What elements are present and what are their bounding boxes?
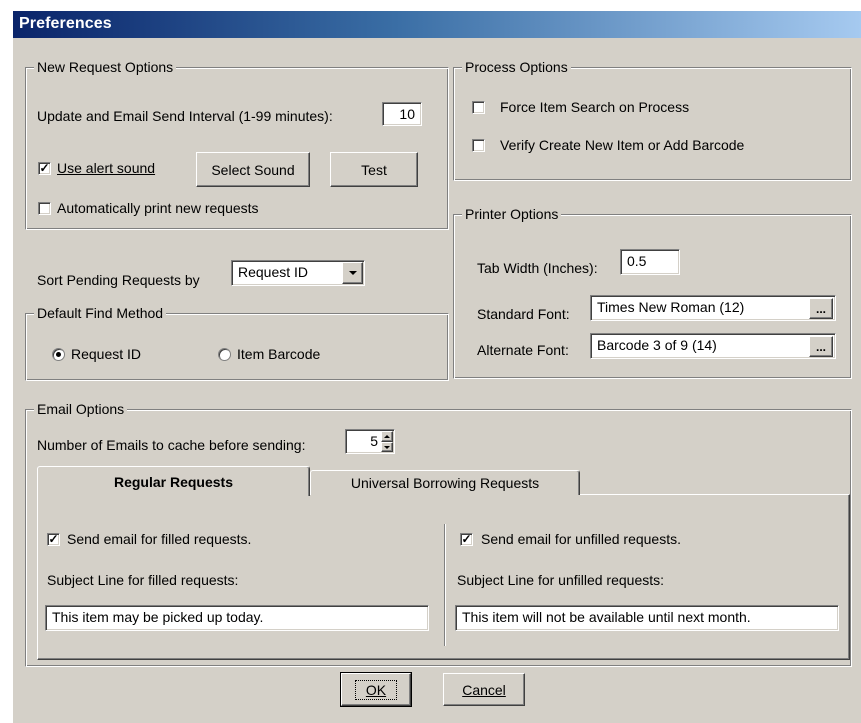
tab-universal-borrowing-label: Universal Borrowing Requests bbox=[350, 475, 540, 491]
test-label: Test bbox=[361, 161, 387, 178]
alternate-font-browse-button[interactable]: ... bbox=[809, 336, 833, 357]
spin-down-icon bbox=[384, 445, 390, 449]
alternate-font-label: Alternate Font: bbox=[477, 342, 569, 358]
email-columns-divider bbox=[444, 524, 446, 646]
process-options-legend: Process Options bbox=[462, 59, 571, 75]
filled-email-checkbox[interactable]: ✓ bbox=[47, 533, 60, 546]
checkmark-icon: ✓ bbox=[39, 161, 50, 175]
alert-sound-checkbox[interactable]: ✓ bbox=[38, 162, 51, 175]
unfilled-email-checkbox[interactable]: ✓ bbox=[460, 533, 473, 546]
spin-up-icon bbox=[384, 435, 390, 438]
standard-font-input[interactable]: Times New Roman (12) bbox=[590, 295, 836, 321]
test-button[interactable]: Test bbox=[330, 152, 418, 187]
auto-print-checkbox[interactable] bbox=[38, 202, 51, 215]
unfilled-subject-label: Subject Line for unfilled requests: bbox=[457, 572, 665, 588]
checkmark-icon: ✓ bbox=[461, 532, 472, 546]
find-request-id-label: Request ID bbox=[71, 346, 142, 362]
force-search-label: Force Item Search on Process bbox=[500, 99, 690, 115]
sort-value: Request ID bbox=[238, 264, 309, 280]
alternate-font-input[interactable]: Barcode 3 of 9 (14) bbox=[590, 333, 836, 359]
select-sound-label: Select Sound bbox=[211, 161, 295, 178]
printer-options-legend: Printer Options bbox=[462, 206, 562, 222]
force-search-checkbox[interactable] bbox=[472, 101, 485, 114]
new-request-options-legend: New Request Options bbox=[34, 59, 177, 75]
process-options-group: Process Options bbox=[453, 59, 852, 181]
tab-regular-requests[interactable]: Regular Requests bbox=[37, 466, 310, 496]
standard-font-label: Standard Font: bbox=[477, 306, 570, 322]
find-item-barcode-label: Item Barcode bbox=[237, 346, 321, 362]
chevron-down-icon bbox=[348, 271, 357, 275]
unfilled-subject-input[interactable]: This item will not be available until ne… bbox=[455, 605, 839, 631]
filled-subject-label: Subject Line for filled requests: bbox=[47, 572, 239, 588]
alert-sound-label: Use alert sound bbox=[57, 160, 156, 176]
sort-dropdown-button[interactable] bbox=[342, 262, 363, 284]
find-request-id-radio[interactable] bbox=[52, 348, 65, 361]
email-options-legend: Email Options bbox=[34, 401, 128, 417]
interval-input[interactable]: 10 bbox=[382, 102, 422, 126]
title-bar[interactable]: Preferences bbox=[13, 11, 861, 38]
filled-subject-input[interactable]: This item may be picked up today. bbox=[45, 605, 429, 631]
preferences-dialog: Preferences New Request Options Update a… bbox=[12, 10, 861, 723]
checkmark-icon: ✓ bbox=[48, 532, 59, 546]
ok-label: OK bbox=[354, 679, 398, 700]
window-title: Preferences bbox=[19, 15, 112, 32]
cache-label: Number of Emails to cache before sending… bbox=[37, 437, 306, 453]
filled-email-label: Send email for filled requests. bbox=[67, 531, 252, 547]
cache-spin-down-button[interactable] bbox=[381, 442, 393, 452]
radio-dot-icon bbox=[56, 352, 61, 357]
cancel-label: Cancel bbox=[462, 681, 506, 698]
find-method-legend: Default Find Method bbox=[34, 305, 167, 321]
ellipsis-icon: ... bbox=[815, 301, 826, 316]
sort-label: Sort Pending Requests by bbox=[37, 272, 200, 288]
tab-regular-requests-label: Regular Requests bbox=[113, 473, 234, 490]
tab-width-label: Tab Width (Inches): bbox=[477, 260, 598, 276]
auto-print-label: Automatically print new requests bbox=[57, 200, 259, 216]
verify-create-checkbox[interactable] bbox=[472, 139, 485, 152]
ellipsis-icon: ... bbox=[815, 339, 826, 354]
find-item-barcode-radio[interactable] bbox=[218, 348, 231, 361]
cancel-button[interactable]: Cancel bbox=[443, 673, 525, 706]
verify-create-label: Verify Create New Item or Add Barcode bbox=[500, 137, 745, 153]
ok-button[interactable]: OK bbox=[340, 672, 412, 707]
cache-spin-up-button[interactable] bbox=[381, 431, 393, 442]
interval-label: Update and Email Send Interval (1-99 min… bbox=[37, 108, 333, 124]
unfilled-email-label: Send email for unfilled requests. bbox=[481, 531, 681, 547]
tab-universal-borrowing[interactable]: Universal Borrowing Requests bbox=[310, 470, 580, 495]
standard-font-browse-button[interactable]: ... bbox=[809, 298, 833, 319]
tab-width-input[interactable]: 0.5 bbox=[620, 249, 680, 275]
select-sound-button[interactable]: Select Sound bbox=[196, 152, 310, 187]
